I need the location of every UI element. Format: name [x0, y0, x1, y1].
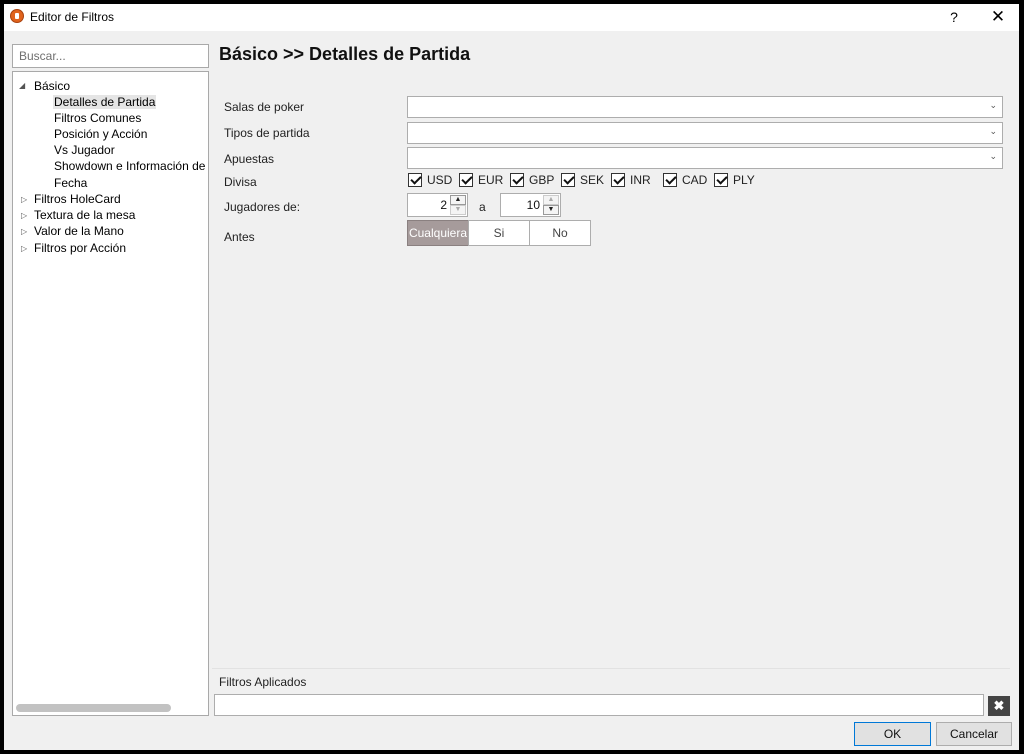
chevron-down-icon: ⌄: [989, 151, 997, 161]
salas-dropdown[interactable]: ⌄: [407, 96, 1003, 118]
tree-item-fecha[interactable]: Fecha: [54, 175, 87, 191]
players-min-stepper[interactable]: 2 ▲ ▼: [407, 193, 468, 217]
tree-item-detalles-partida[interactable]: Detalles de Partida: [53, 94, 157, 110]
search-input[interactable]: [12, 44, 209, 68]
checkbox-checked-icon[interactable]: [611, 173, 625, 187]
page-title: Básico >> Detalles de Partida: [219, 44, 471, 64]
checkbox-checked-icon[interactable]: [510, 173, 524, 187]
app-logo-icon: [10, 9, 24, 23]
tree-item-vs-jugador[interactable]: Vs Jugador: [54, 142, 115, 158]
chevron-down-icon: ⌄: [989, 100, 997, 110]
currency-cad[interactable]: CAD: [663, 172, 707, 188]
players-min-value: 2: [440, 198, 447, 212]
antes-option-no[interactable]: No: [529, 220, 591, 246]
tree-item-basico[interactable]: Básico: [34, 78, 70, 94]
apuestas-label: Apuestas: [224, 152, 275, 166]
currency-eur[interactable]: EUR: [459, 172, 503, 188]
checkbox-checked-icon[interactable]: [663, 173, 677, 187]
antes-option-cualquiera[interactable]: Cualquiera: [407, 220, 469, 246]
checkbox-checked-icon[interactable]: [561, 173, 575, 187]
tree-item-filtros-comunes[interactable]: Filtros Comunes: [54, 110, 141, 126]
clear-filters-button[interactable]: ✖: [988, 696, 1010, 716]
applied-filters-field[interactable]: [214, 694, 984, 716]
players-max-stepper[interactable]: 10 ▲ ▼: [500, 193, 561, 217]
divider: [212, 668, 1010, 669]
apuestas-dropdown[interactable]: ⌄: [407, 147, 1003, 169]
stepper-up-icon[interactable]: ▲: [543, 195, 559, 205]
tipos-dropdown[interactable]: ⌄: [407, 122, 1003, 144]
stepper-buttons: ▲ ▼: [450, 195, 466, 215]
tree-item-showdown[interactable]: Showdown e Información de: [54, 158, 205, 174]
currency-sek[interactable]: SEK: [561, 172, 604, 188]
antes-label: Antes: [224, 230, 255, 244]
window-title: Editor de Filtros: [30, 10, 115, 24]
tipos-label: Tipos de partida: [224, 126, 310, 140]
filter-tree: ◢ Básico Detalles de Partida Filtros Com…: [12, 71, 209, 716]
range-separator: a: [479, 200, 486, 214]
players-max-value: 10: [526, 198, 540, 212]
checkbox-checked-icon[interactable]: [408, 173, 422, 187]
cancel-button[interactable]: Cancelar: [936, 722, 1012, 746]
close-button[interactable]: ✕: [984, 6, 1012, 28]
currency-inr[interactable]: INR: [611, 172, 651, 188]
tree-item-filtros-holecard[interactable]: Filtros HoleCard: [34, 191, 121, 207]
jugadores-label: Jugadores de:: [224, 200, 301, 214]
expand-arrow-icon[interactable]: ▷: [21, 244, 27, 253]
horizontal-scrollbar[interactable]: [16, 704, 171, 712]
expand-arrow-icon[interactable]: ▷: [21, 195, 27, 204]
currency-gbp[interactable]: GBP: [510, 172, 554, 188]
expand-arrow-icon[interactable]: ▷: [21, 211, 27, 220]
salas-label: Salas de poker: [224, 100, 305, 114]
checkbox-checked-icon[interactable]: [459, 173, 473, 187]
title-bar: Editor de Filtros ? ✕: [4, 4, 1019, 31]
divisa-label: Divisa: [224, 175, 257, 189]
stepper-down-icon[interactable]: ▼: [450, 205, 466, 215]
antes-option-si[interactable]: Si: [468, 220, 530, 246]
tree-item-label: Detalles de Partida: [53, 95, 157, 109]
stepper-down-icon[interactable]: ▼: [543, 205, 559, 215]
tree-item-filtros-accion[interactable]: Filtros por Acción: [34, 240, 126, 256]
applied-filters-label: Filtros Aplicados: [219, 675, 307, 689]
tree-item-textura-mesa[interactable]: Textura de la mesa: [34, 207, 135, 223]
tree-item-posicion-accion[interactable]: Posición y Acción: [54, 126, 147, 142]
filter-editor-window: Editor de Filtros ? ✕ ◢ Básico Detalles …: [4, 4, 1019, 750]
currency-usd[interactable]: USD: [408, 172, 452, 188]
currency-ply[interactable]: PLY: [714, 172, 755, 188]
ok-button[interactable]: OK: [854, 722, 931, 746]
stepper-buttons: ▲ ▼: [543, 195, 559, 215]
tree-item-valor-mano[interactable]: Valor de la Mano: [34, 223, 124, 239]
chevron-down-icon: ⌄: [989, 126, 997, 136]
checkbox-checked-icon[interactable]: [714, 173, 728, 187]
help-button[interactable]: ?: [942, 6, 966, 28]
expand-arrow-icon[interactable]: ▷: [21, 227, 27, 236]
stepper-up-icon[interactable]: ▲: [450, 195, 466, 205]
collapse-arrow-icon[interactable]: ◢: [19, 81, 25, 90]
